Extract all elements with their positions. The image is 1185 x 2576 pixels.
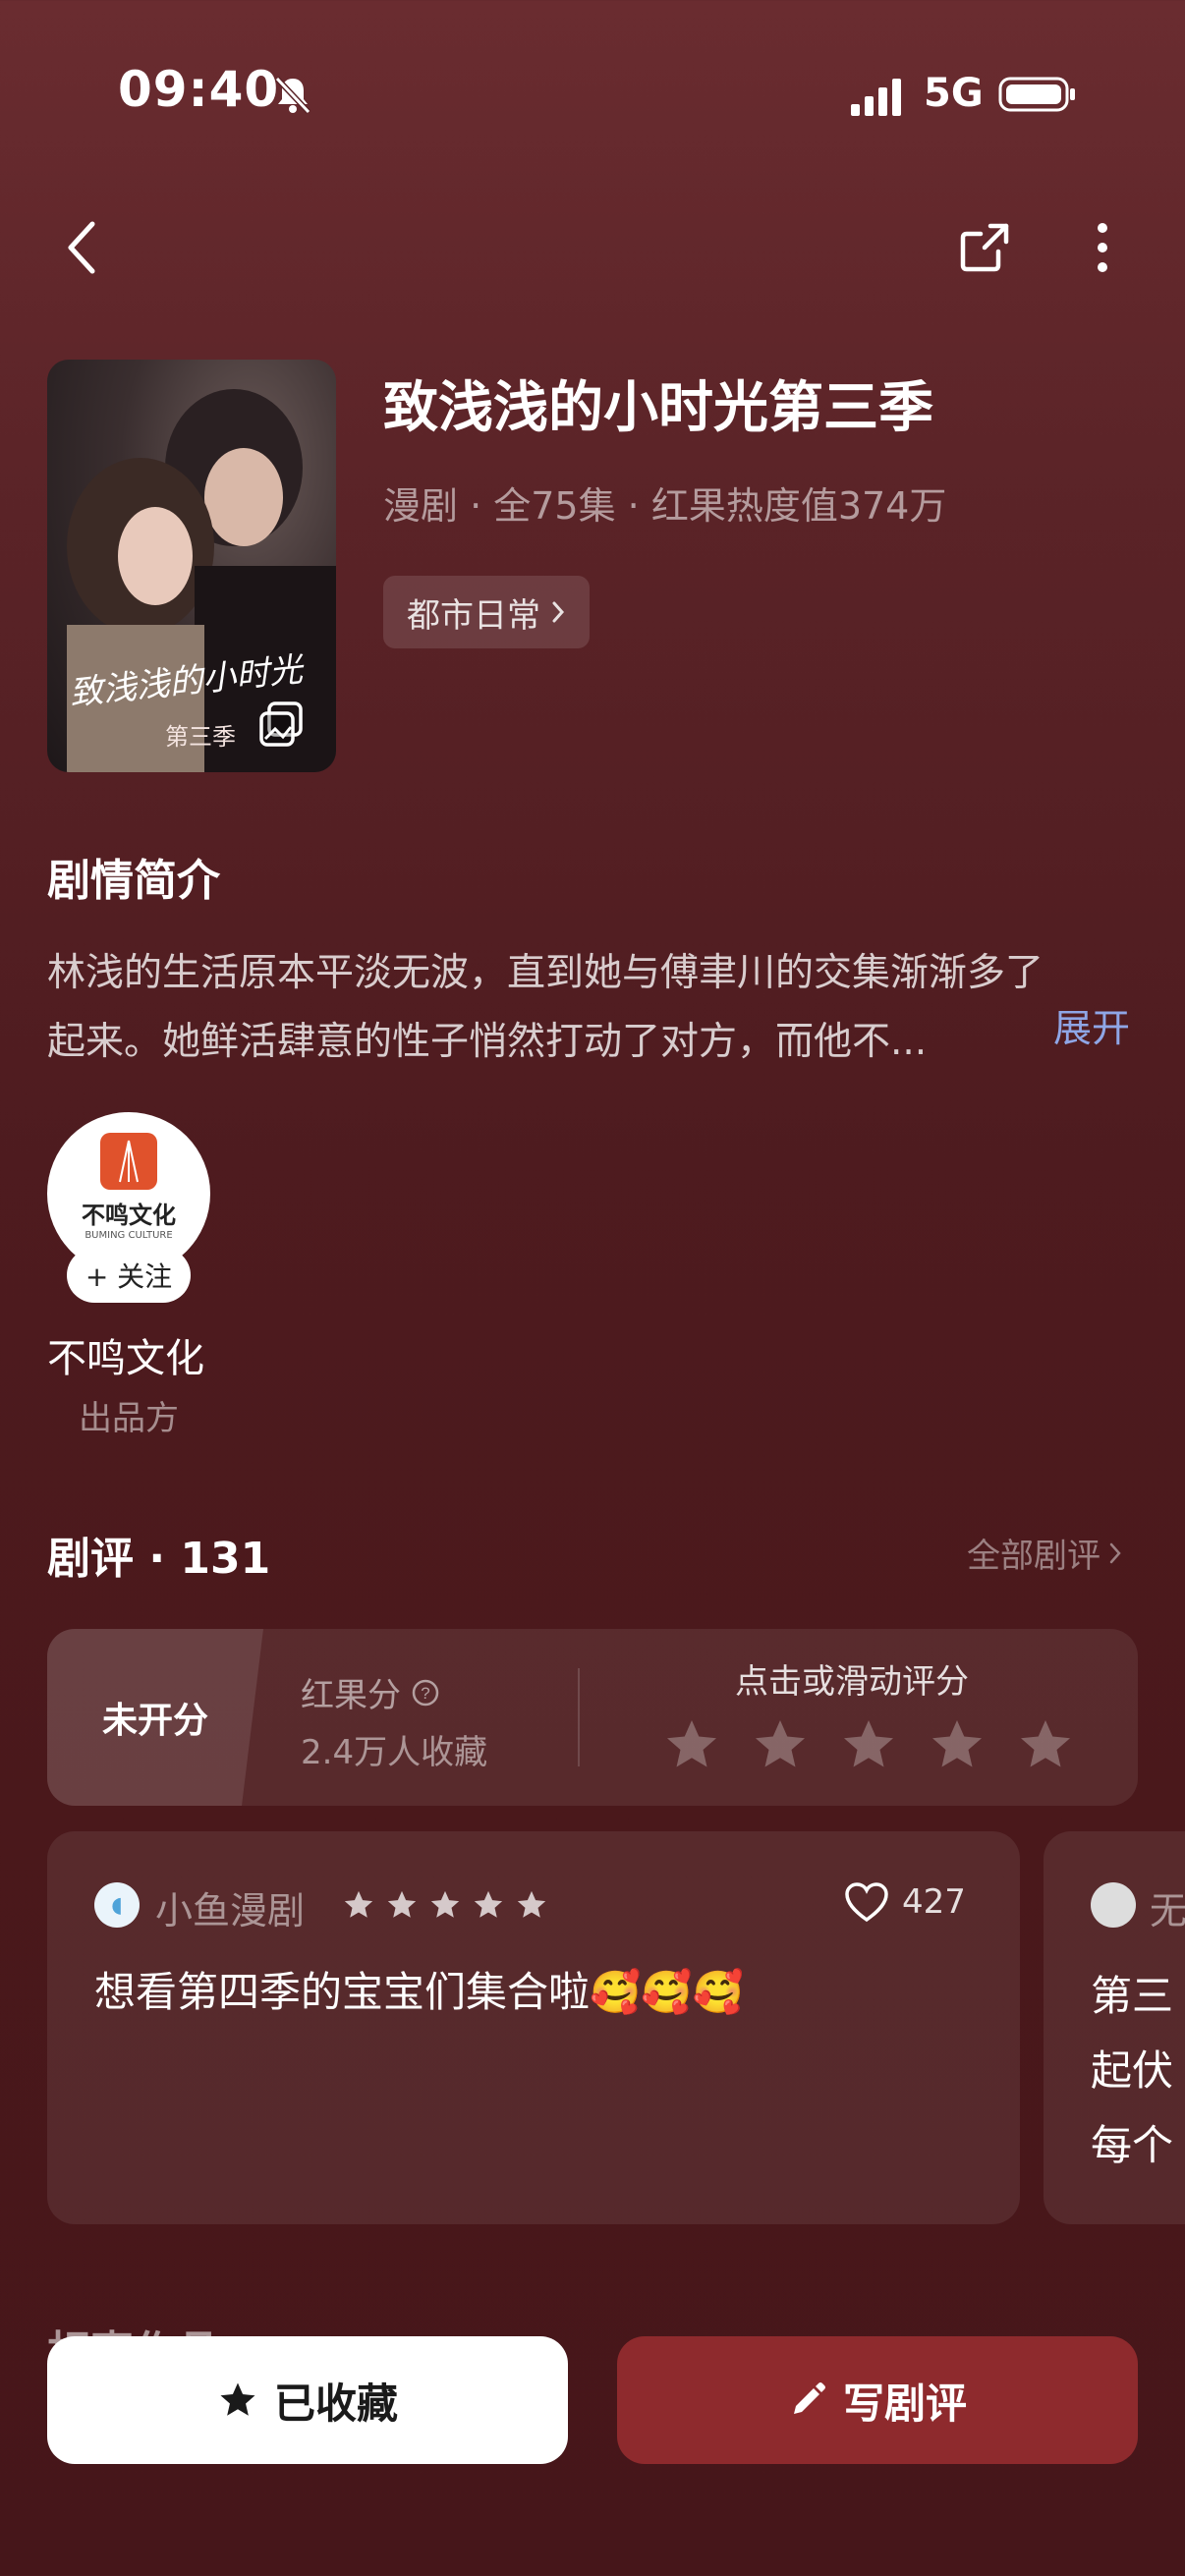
help-icon[interactable]: ? xyxy=(411,1678,440,1708)
review-text-line: 第三 xyxy=(1091,1972,1174,2020)
review-card[interactable]: 无 第三 起伏 每个 xyxy=(1044,1831,1185,2224)
network-type: 5G xyxy=(924,71,984,116)
signal-icon xyxy=(851,79,901,116)
review-text-line: 起伏 xyxy=(1091,2046,1174,2095)
rating-divider xyxy=(578,1668,580,1766)
bell-muted-icon xyxy=(274,76,311,115)
producer-logo-text: 不鸣文化 xyxy=(82,1202,176,1229)
all-reviews-label: 全部剧评 xyxy=(967,1537,1100,1576)
write-review-button[interactable]: 写剧评 xyxy=(617,2336,1138,2464)
review-text: 想看第四季的宝宝们集合啦🥰🥰🥰 xyxy=(94,1968,744,2016)
fish-avatar-icon: ◖ xyxy=(94,1882,140,1928)
star-icon xyxy=(474,1890,503,1918)
reviews-heading: 剧评 · 131 xyxy=(47,1534,271,1584)
producer-logo-mark xyxy=(100,1133,157,1190)
follow-button[interactable]: + 关注 xyxy=(67,1248,191,1303)
review-user: 无 xyxy=(1150,1889,1185,1932)
pencil-icon xyxy=(793,2382,825,2414)
rate-hint: 点击或滑动评分 xyxy=(735,1662,969,1702)
rate-star-3-icon[interactable] xyxy=(839,1715,898,1774)
review-text: 第三 起伏 每个 xyxy=(1091,1959,1173,2183)
chevron-right-icon xyxy=(552,601,565,623)
review-stars xyxy=(342,1888,548,1922)
heart-icon xyxy=(845,1882,888,1923)
rate-stars[interactable] xyxy=(662,1715,1075,1774)
share-icon xyxy=(960,223,1009,272)
svg-text:?: ? xyxy=(421,1684,429,1703)
genre-tag-label: 都市日常 xyxy=(407,595,540,636)
cover-image[interactable]: 致浅浅的小时光 第三季 xyxy=(47,360,336,772)
status-time: 09:40 xyxy=(118,61,280,118)
synopsis-line-1: 林浅的生活原本平淡无波，直到她与傅聿川的交集渐渐多了 xyxy=(47,951,1044,995)
chevron-right-icon xyxy=(1109,1542,1121,1563)
back-button[interactable] xyxy=(43,208,122,287)
gallery-icon xyxy=(259,701,303,747)
star-filled-icon xyxy=(220,2382,255,2416)
all-reviews-link[interactable]: 全部剧评 xyxy=(967,1529,1122,1577)
expand-link[interactable]: 展开 xyxy=(1053,998,1130,1053)
rating-label-text: 红果分 xyxy=(301,1676,401,1715)
show-title: 致浅浅的小时光第三季 xyxy=(383,376,933,440)
show-meta: 漫剧 · 全75集 · 红果热度值374万 xyxy=(383,484,947,528)
star-icon xyxy=(387,1890,417,1918)
collect-count: 2.4万人收藏 xyxy=(301,1733,488,1772)
synopsis-line-2: 起来。她鲜活肆意的性子悄然打动了对方，而他不... xyxy=(47,1020,928,1064)
star-icon xyxy=(344,1890,373,1918)
rate-star-4-icon[interactable] xyxy=(928,1715,987,1774)
write-review-label: 写剧评 xyxy=(842,2379,967,2428)
collect-label: 已收藏 xyxy=(273,2379,398,2428)
chevron-left-icon xyxy=(68,221,95,274)
producer-role: 出品方 xyxy=(79,1399,179,1438)
more-vertical-icon xyxy=(1098,223,1107,272)
like-count: 427 xyxy=(902,1882,966,1922)
synopsis-heading: 剧情简介 xyxy=(47,856,220,906)
review-card[interactable]: ◖ 小鱼漫剧 427 想看第四季的宝宝们集合啦🥰🥰🥰 xyxy=(47,1831,1020,2224)
cover-season-text: 第三季 xyxy=(165,723,236,751)
battery-icon xyxy=(998,77,1075,112)
collect-button[interactable]: 已收藏 xyxy=(47,2336,568,2464)
star-icon xyxy=(430,1890,460,1918)
review-user: 小鱼漫剧 xyxy=(155,1889,306,1932)
genre-tag[interactable]: 都市日常 xyxy=(383,576,590,648)
rating-label: 红果分 ? xyxy=(301,1668,440,1716)
like-button[interactable]: 427 xyxy=(843,1880,966,1924)
producer-name[interactable]: 不鸣文化 xyxy=(47,1326,204,1383)
rating-status: 未开分 xyxy=(47,1629,263,1806)
star-icon xyxy=(517,1890,546,1918)
producer-logo-sub: BUMING CULTURE xyxy=(85,1230,173,1241)
rate-star-1-icon[interactable] xyxy=(662,1715,721,1774)
rate-star-5-icon[interactable] xyxy=(1016,1715,1075,1774)
more-button[interactable] xyxy=(1063,208,1142,287)
synopsis-text: 林浅的生活原本平淡无波，直到她与傅聿川的交集渐渐多了 起来。她鲜活肆意的性子悄然… xyxy=(47,939,1138,1077)
rating-card: 未开分 红果分 ? 2.4万人收藏 点击或滑动评分 xyxy=(47,1629,1138,1806)
avatar xyxy=(1091,1882,1136,1928)
share-button[interactable] xyxy=(945,208,1024,287)
review-text-line: 每个 xyxy=(1091,2121,1174,2169)
rate-star-2-icon[interactable] xyxy=(751,1715,810,1774)
